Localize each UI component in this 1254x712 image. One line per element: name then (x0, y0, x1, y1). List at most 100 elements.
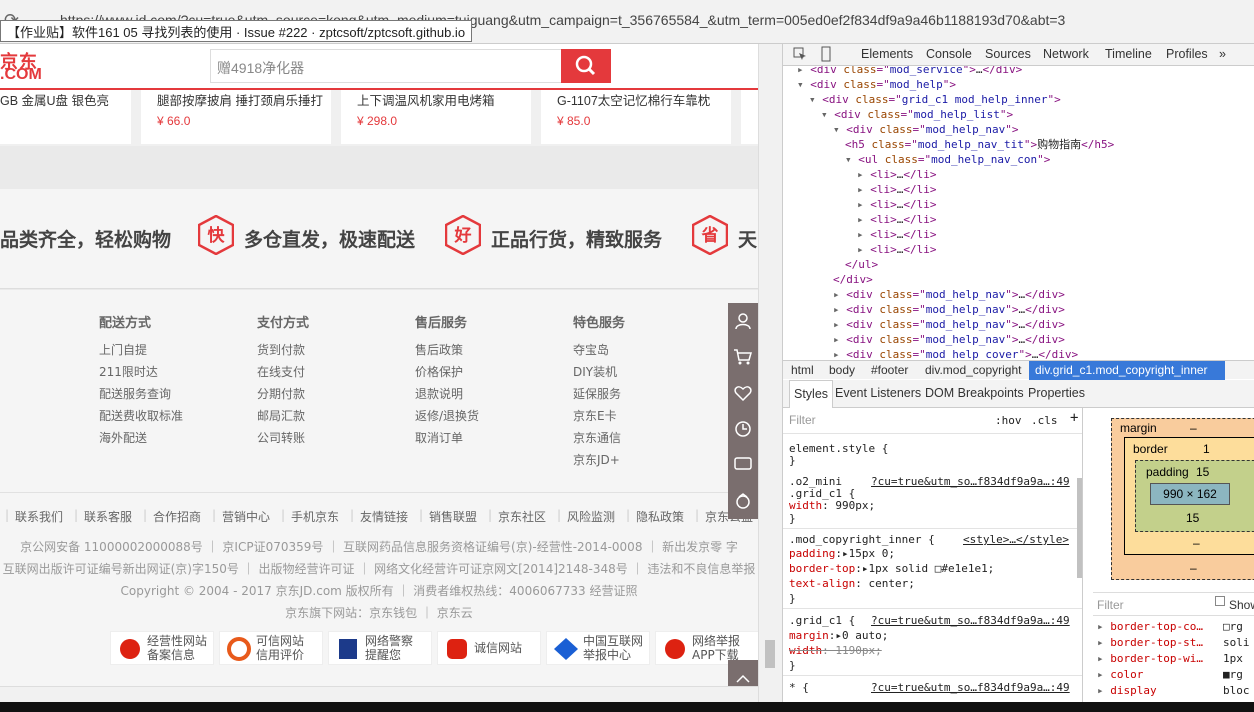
help-link[interactable]: 退款说明 (415, 383, 565, 405)
computed-property[interactable]: ▸ border-top-wi… 1px (1097, 652, 1254, 665)
expand-toggle-icon[interactable]: ▸ (857, 198, 870, 211)
dom-node[interactable]: </ul> (845, 257, 878, 272)
dom-node[interactable]: ▸ <div class="mod_help_nav">…</div> (833, 317, 1065, 332)
hover-state-toggle[interactable]: :hov (995, 413, 1022, 428)
expand-toggle-icon[interactable]: ▾ (809, 93, 822, 106)
help-link[interactable]: 海外配送 (99, 427, 249, 449)
expand-toggle-icon[interactable]: ▸ (797, 66, 810, 76)
user-icon[interactable] (728, 303, 758, 339)
trust-badge[interactable]: 中国互联网 举报中心 (546, 631, 650, 665)
product-card[interactable]: G-1107太空记忆棉行车靠枕 ¥ 85.0 (541, 90, 731, 144)
help-link[interactable]: 邮局汇款 (257, 405, 407, 427)
breadcrumb-item[interactable]: div.mod_copyright (925, 363, 1022, 377)
css-rule-line[interactable]: element.style { (789, 441, 888, 456)
product-card[interactable]: 上下调温风机家用电烤箱 ¥ 298.0 (341, 90, 531, 144)
styles-scroll-thumb[interactable] (1077, 478, 1082, 578)
css-rule-line[interactable]: .mod_copyright_inner { (789, 532, 935, 547)
class-toggle[interactable]: .cls (1031, 413, 1058, 428)
dom-node[interactable]: ▾ <div class="mod_help_list"> (821, 107, 1013, 122)
inspect-icon[interactable] (793, 47, 807, 61)
dom-node[interactable]: ▸ <div class="mod_help_nav">…</div> (833, 287, 1065, 302)
help-link[interactable]: 分期付款 (257, 383, 407, 405)
trust-badge[interactable]: 可信网站 信用评价 (219, 631, 323, 665)
dom-node[interactable]: ▸ <li>…</li> (857, 212, 937, 227)
footer-link[interactable]: 风险监测 (567, 508, 615, 525)
css-rule-line[interactable]: } (789, 658, 796, 673)
product-name[interactable]: 上下调温风机家用电烤箱 (357, 90, 495, 109)
css-rule-line[interactable]: } (789, 591, 796, 606)
help-link[interactable]: 上门自提 (99, 339, 249, 361)
help-link[interactable]: 211限时达 (99, 361, 249, 383)
help-link[interactable]: 京东E卡 (573, 405, 723, 427)
rule-source-link[interactable]: <style>…</style> (963, 532, 1069, 547)
help-link[interactable]: 配送费收取标准 (99, 405, 249, 427)
tab-event-listeners[interactable]: Event Listeners (835, 386, 921, 400)
expand-toggle-icon[interactable]: ▾ (833, 123, 846, 136)
tab-properties[interactable]: Properties (1028, 386, 1085, 400)
footer-link[interactable]: 联系我们 (15, 508, 63, 525)
css-rule-line[interactable]: width: 990px; (789, 498, 875, 513)
footer-link[interactable]: 合作招商 (153, 508, 201, 525)
device-icon[interactable] (819, 46, 833, 62)
help-link[interactable]: 公司转账 (257, 427, 407, 449)
product-card[interactable]: GB 金属U盘 银色亮 (0, 90, 131, 144)
cart-icon[interactable] (728, 339, 758, 375)
help-link[interactable]: 返修/退换货 (415, 405, 565, 427)
help-link[interactable]: 京东通信 (573, 427, 723, 449)
scroll-thumb[interactable] (765, 640, 775, 668)
expand-toggle-icon[interactable]: ▸ (833, 318, 846, 331)
help-link[interactable]: 配送服务查询 (99, 383, 249, 405)
dom-node[interactable]: </div> (833, 272, 873, 287)
tab-profiles[interactable]: Profiles (1166, 47, 1208, 61)
css-rule-line[interactable]: padding:▸15px 0; (789, 546, 895, 561)
favorite-icon[interactable] (728, 375, 758, 411)
help-link[interactable]: 京东JD+ (573, 449, 723, 471)
product-name[interactable]: GB 金属U盘 银色亮 (0, 90, 109, 109)
computed-property[interactable]: ▸ border-top-co… □rg (1097, 620, 1254, 633)
expand-toggle-icon[interactable]: ▸ (833, 303, 846, 316)
help-link[interactable]: 延保服务 (573, 383, 723, 405)
computed-property[interactable]: ▸ color ■rg (1097, 668, 1254, 681)
tab-network[interactable]: Network (1043, 47, 1089, 61)
css-rule-line[interactable]: * { (789, 680, 809, 695)
breadcrumb-item-selected[interactable]: div.grid_c1.mod_copyright_inner (1029, 361, 1225, 380)
expand-toggle-icon[interactable]: ▾ (821, 108, 834, 121)
dom-node[interactable]: ▾ <div class="mod_help"> (797, 77, 956, 92)
help-link[interactable]: 货到付款 (257, 339, 407, 361)
rule-source-link[interactable]: ?cu=true&utm_so…f834df9a9a…:49 (871, 680, 1070, 695)
search-button[interactable] (561, 49, 611, 83)
dom-node[interactable]: ▾ <div class="mod_help_nav"> (833, 122, 1018, 137)
help-link[interactable]: 售后政策 (415, 339, 565, 361)
tab-dom-breakpoints[interactable]: DOM Breakpoints (925, 386, 1024, 400)
dom-node[interactable]: ▾ <div class="grid_c1 mod_help_inner"> (809, 92, 1061, 107)
footer-link[interactable]: 京东社区 (498, 508, 546, 525)
footer-link[interactable]: 隐私政策 (636, 508, 684, 525)
trust-badge[interactable]: 诚信网站 (437, 631, 541, 665)
expand-toggle-icon[interactable]: ▾ (845, 153, 858, 166)
dom-node[interactable]: ▸ <li>…</li> (857, 182, 937, 197)
help-link[interactable]: 取消订单 (415, 427, 565, 449)
css-rule-line[interactable]: border-top:▸1px solid □#e1e1e1; (789, 561, 994, 576)
breadcrumb-item[interactable]: body (829, 363, 855, 377)
dom-node[interactable]: ▸ <li>…</li> (857, 242, 937, 257)
expand-toggle-icon[interactable]: ▸ (833, 288, 846, 301)
footer-link[interactable]: 营销中心 (222, 508, 270, 525)
product-card[interactable]: 腿部按摩披肩 捶打颈肩乐捶打 ¥ 66.0 (141, 90, 331, 144)
expand-toggle-icon[interactable]: ▸ (857, 243, 870, 256)
css-rule-line[interactable]: .grid_c1 { (789, 613, 855, 628)
tab-elements[interactable]: Elements (861, 47, 913, 61)
dom-node[interactable]: ▸ <li>…</li> (857, 227, 937, 242)
expand-toggle-icon[interactable]: ▸ (833, 333, 846, 346)
jd-logo[interactable]: 京东 .COM (0, 46, 70, 86)
tab-timeline[interactable]: Timeline (1105, 47, 1152, 61)
dom-node[interactable]: ▸ <li>…</li> (857, 197, 937, 212)
service-icon[interactable] (728, 483, 758, 519)
product-card[interactable] (741, 90, 758, 144)
tab-sources[interactable]: Sources (985, 47, 1031, 61)
product-name[interactable]: G-1107太空记忆棉行车靠枕 (557, 90, 710, 109)
expand-toggle-icon[interactable]: ▸ (857, 168, 870, 181)
footer-link[interactable]: 手机京东 (291, 508, 339, 525)
vertical-scrollbar[interactable] (758, 44, 782, 702)
computed-filter-input[interactable]: Filter (1097, 598, 1124, 612)
breadcrumb-item[interactable]: html (791, 363, 814, 377)
